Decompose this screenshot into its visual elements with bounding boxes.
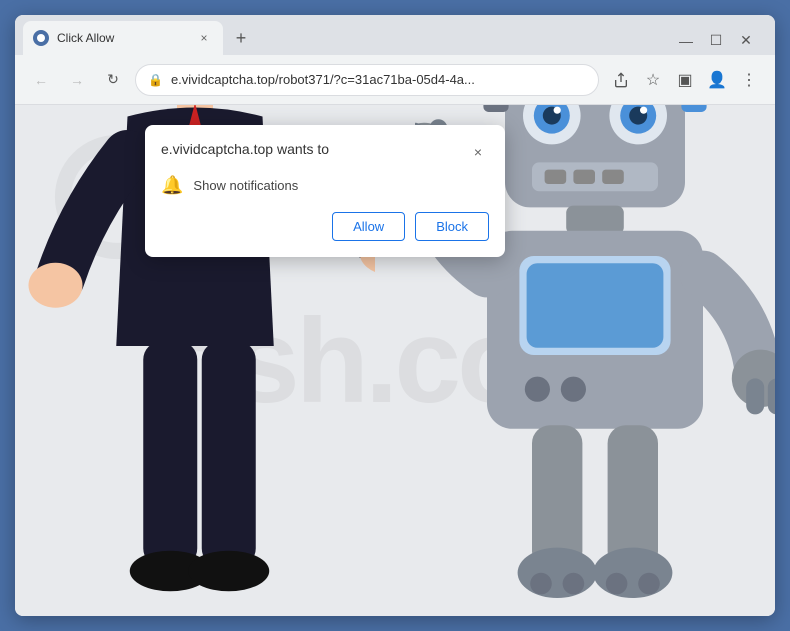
active-tab: Click Allow × <box>23 21 223 55</box>
bell-icon: 🔔 <box>161 175 183 196</box>
bookmark-star-icon[interactable]: ☆ <box>639 66 667 94</box>
page-content: rish.com <box>15 105 775 616</box>
popup-notification-row: 🔔 Show notifications <box>161 175 489 196</box>
refresh-button[interactable]: ↻ <box>99 66 127 94</box>
share-icon[interactable] <box>607 66 635 94</box>
window-controls: — ☐ ✕ <box>677 32 767 55</box>
new-tab-button[interactable]: + <box>227 24 255 52</box>
extensions-icon[interactable]: ▣ <box>671 66 699 94</box>
tab-title: Click Allow <box>57 31 187 45</box>
minimize-button[interactable]: — <box>677 33 695 49</box>
popup-buttons: Allow Block <box>161 212 489 241</box>
popup-close-button[interactable]: × <box>467 141 489 163</box>
popup-title: e.vividcaptcha.top wants to <box>161 141 329 157</box>
tab-bar: Click Allow × + — ☐ ✕ <box>15 15 775 55</box>
address-bar: ← → ↻ 🔒 e.vividcaptcha.top/robot371/?c=3… <box>15 55 775 105</box>
url-text: e.vividcaptcha.top/robot371/?c=31ac71ba-… <box>171 72 586 87</box>
browser-window: Click Allow × + — ☐ ✕ ← → ↻ 🔒 e.vividcap… <box>15 15 775 616</box>
popup-notification-text: Show notifications <box>193 178 298 193</box>
notification-popup: e.vividcaptcha.top wants to × 🔔 Show not… <box>145 125 505 257</box>
popup-header: e.vividcaptcha.top wants to × <box>161 141 489 163</box>
toolbar-icons: ☆ ▣ 👤 ⋮ <box>607 66 763 94</box>
lock-icon: 🔒 <box>148 73 163 87</box>
close-window-button[interactable]: ✕ <box>737 32 755 49</box>
forward-button[interactable]: → <box>63 66 91 94</box>
back-button[interactable]: ← <box>27 66 55 94</box>
url-bar[interactable]: 🔒 e.vividcaptcha.top/robot371/?c=31ac71b… <box>135 64 599 96</box>
tab-favicon-icon <box>33 30 49 46</box>
tab-close-button[interactable]: × <box>195 29 213 47</box>
maximize-button[interactable]: ☐ <box>707 32 725 49</box>
allow-button[interactable]: Allow <box>332 212 405 241</box>
block-button[interactable]: Block <box>415 212 489 241</box>
menu-icon[interactable]: ⋮ <box>735 66 763 94</box>
account-icon[interactable]: 👤 <box>703 66 731 94</box>
